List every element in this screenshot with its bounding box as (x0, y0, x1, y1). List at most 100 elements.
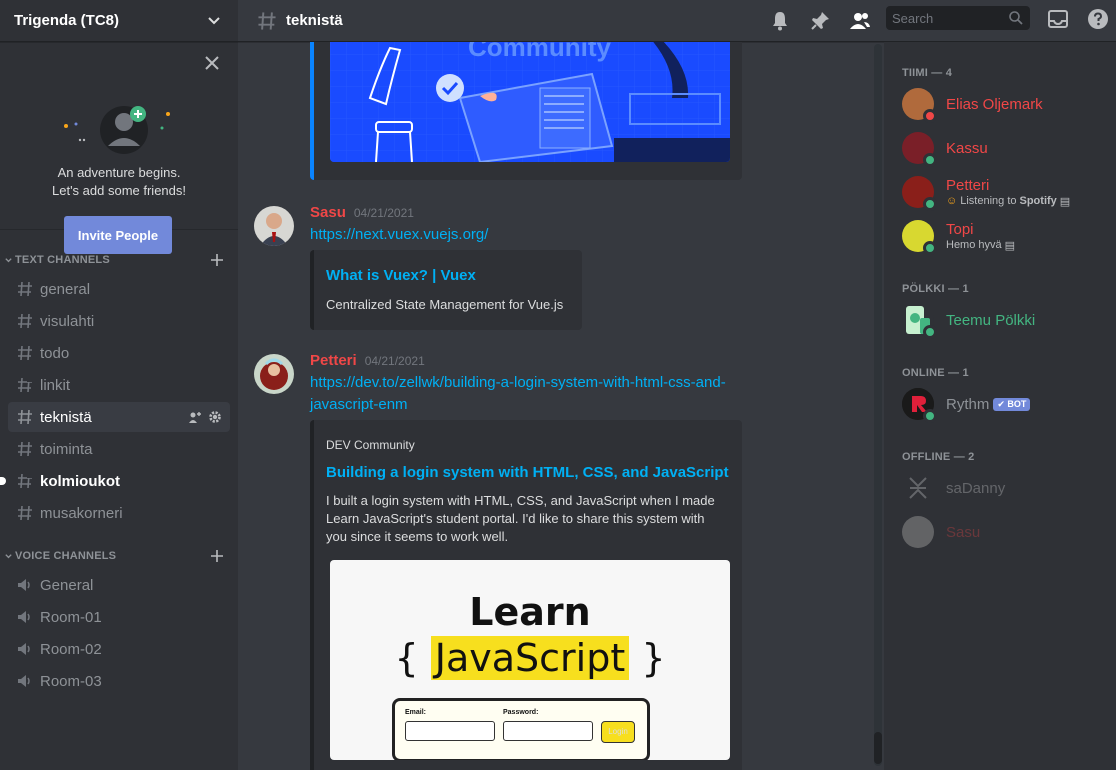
inbox-icon[interactable] (1046, 7, 1070, 31)
member-name-row: Rythm ✔ BOT (946, 395, 1031, 413)
close-icon[interactable] (203, 54, 221, 72)
author-name[interactable]: Sasu (310, 204, 346, 221)
voice-channel-general[interactable]: General (8, 570, 230, 600)
member-name: Kassu (946, 139, 988, 157)
embed-title[interactable]: What is Vuex? | Vuex (326, 267, 476, 284)
hash-lock-icon (18, 473, 33, 489)
member-activity: ☺ Listening to Spotify ▤ (946, 195, 1070, 208)
embed-description: Centralized State Management for Vue.js (326, 297, 564, 312)
avatar[interactable] (254, 354, 294, 394)
group-polkki: PÖLKKI — 1 (902, 283, 969, 295)
channel-list: TEXT CHANNELS general visulahti todo lin… (0, 240, 238, 698)
create-invite-icon[interactable] (188, 410, 202, 424)
hash-icon (18, 281, 32, 297)
channel-toiminta[interactable]: toiminta (8, 434, 230, 464)
community-title: Community (468, 42, 612, 62)
header-toolbar (768, 9, 872, 33)
channel-kolmioukot[interactable]: kolmioukot (0, 466, 230, 496)
hash-icon (18, 313, 32, 329)
add-channel-icon[interactable] (210, 253, 224, 267)
speaker-icon (18, 675, 30, 687)
member-name: Elias Oljemark (946, 95, 1043, 113)
channel-label: teknistä (40, 408, 92, 426)
member-sasu[interactable]: Sasu (902, 512, 1112, 552)
server-header[interactable]: Trigenda (TC8) (0, 0, 238, 42)
status-online-icon (923, 241, 937, 255)
channel-title: teknistä (286, 12, 343, 29)
avatar[interactable] (254, 206, 294, 246)
search-icon (1009, 11, 1023, 25)
chevron-down-icon[interactable] (204, 11, 224, 31)
add-channel-icon[interactable] (210, 549, 224, 563)
hash-icon (18, 441, 32, 457)
pin-icon[interactable] (808, 9, 832, 33)
chevron-down-icon (5, 257, 12, 262)
message-list[interactable]: Community Sasu 04/21/2021 https://next.v… (238, 42, 884, 770)
group-offline: OFFLINE — 2 (902, 451, 975, 463)
member-name: Rythm (946, 395, 990, 413)
avatar (902, 388, 937, 423)
speaker-icon (18, 579, 30, 591)
chat-scrollbar-thumb[interactable] (874, 732, 882, 764)
embed-title[interactable]: Building a login system with HTML, CSS, … (326, 464, 729, 481)
status-online-icon (923, 197, 937, 211)
image-password-field (503, 721, 593, 741)
channel-visulahti[interactable]: visulahti (8, 306, 230, 336)
hash-icon (18, 409, 32, 425)
channel-label: musakorneri (40, 504, 123, 522)
voice-channel-room-01[interactable]: Room-01 (8, 602, 230, 632)
channel-linkit[interactable]: linkit (8, 370, 230, 400)
unread-indicator (0, 477, 6, 485)
channel-general[interactable]: general (8, 274, 230, 304)
member-name: Teemu Pölkki (946, 311, 1036, 329)
author-name[interactable]: Petteri (310, 352, 357, 369)
timestamp: 04/21/2021 (353, 206, 414, 220)
member-sadanny[interactable]: saDanny (902, 468, 1112, 508)
channel-label: linkit (40, 376, 71, 394)
server-name: Trigenda (TC8) (14, 12, 120, 29)
friends-card-text: An adventure begins. Let's add some frie… (0, 164, 238, 200)
chat-scrollbar-track[interactable] (874, 44, 882, 766)
voice-channel-room-02[interactable]: Room-02 (8, 634, 230, 664)
speaker-icon (18, 611, 30, 623)
speaker-icon (18, 643, 30, 655)
embed-description-line2: Learn JavaScript's student portal. I'd l… (326, 511, 705, 526)
notification-bell-icon[interactable] (768, 9, 792, 33)
voice-channel-room-03[interactable]: Room-03 (8, 666, 230, 696)
embed-image[interactable]: Learn { JavaScript } Email: Password: Lo… (330, 560, 730, 760)
message-link-line1[interactable]: https://dev.to/zellwk/building-a-login-s… (310, 372, 726, 394)
channel-label: toiminta (40, 440, 93, 458)
member-kassu[interactable]: Kassu (902, 128, 1112, 168)
channel-musakorneri[interactable]: musakorneri (8, 498, 230, 528)
friends-line2: Let's add some friends! (52, 183, 186, 198)
member-elias[interactable]: Elias Oljemark (902, 84, 1112, 124)
member-petteri[interactable]: Petteri ☺ Listening to Spotify ▤ (902, 172, 1112, 212)
timestamp: 04/21/2021 (364, 354, 425, 368)
help-icon[interactable] (1086, 7, 1110, 31)
rich-presence-icon: ▤ (1059, 195, 1071, 208)
bot-tag-label: BOT (1007, 398, 1027, 409)
settings-gear-icon[interactable] (208, 410, 222, 424)
avatar (902, 88, 937, 123)
group-tiimi: TIIMI — 4 (902, 67, 953, 79)
category-text-channels[interactable]: TEXT CHANNELS (0, 250, 238, 270)
channel-todo[interactable]: todo (8, 338, 230, 368)
member-name: Petteri (946, 176, 990, 194)
member-topi[interactable]: Topi Hemo hyvä ▤ (902, 216, 1112, 256)
member-teemu[interactable]: Teemu Pölkki (902, 300, 1112, 340)
member-list: TIIMI — 4 Elias Oljemark Kassu Petteri ☺… (884, 42, 1116, 770)
member-rythm[interactable]: Rythm ✔ BOT (902, 384, 1112, 424)
category-voice-channels[interactable]: VOICE CHANNELS (0, 546, 238, 566)
message-link[interactable]: https://next.vuex.vuejs.org/ (310, 224, 488, 246)
embed-image[interactable]: Community (330, 42, 730, 162)
message-header: Sasu 04/21/2021 (310, 204, 414, 221)
message-link-line2[interactable]: javascript-enm (310, 394, 408, 416)
hash-icon (18, 505, 32, 521)
search-input[interactable] (892, 10, 1002, 26)
search-box[interactable] (886, 6, 1030, 30)
embed-provider[interactable]: DEV Community (326, 438, 415, 452)
member-list-icon[interactable] (848, 9, 872, 33)
link-embed: DEV Community Building a login system wi… (310, 420, 742, 770)
avatar (902, 220, 937, 255)
channel-teknista[interactable]: teknistä (8, 402, 230, 432)
